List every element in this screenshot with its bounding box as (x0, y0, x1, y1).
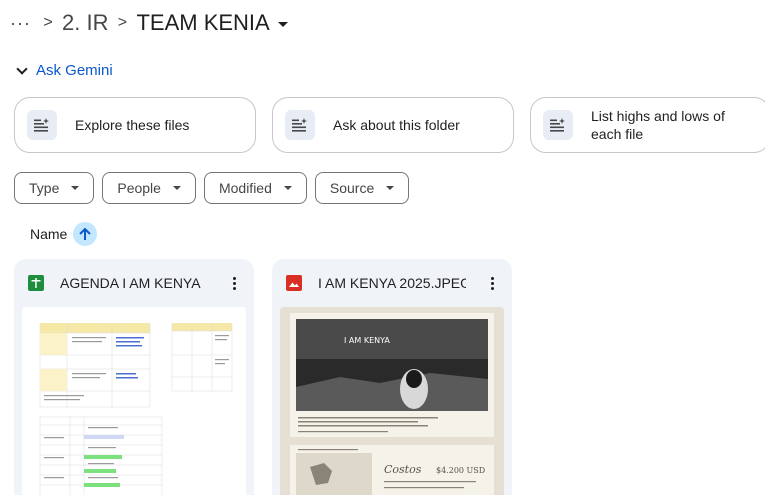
chevron-down-icon (16, 62, 28, 75)
filter-modified-chip[interactable]: Modified (203, 172, 307, 204)
ask-gemini-toggle[interactable]: Ask Gemini (14, 62, 113, 79)
sort-by-name[interactable]: Name (30, 222, 98, 246)
file-card-image[interactable]: I AM KENYA 2025.JPEG I AM KENYA Costos $… (272, 259, 512, 495)
more-options-icon[interactable] (482, 276, 502, 290)
caret-down-icon (71, 186, 80, 190)
breadcrumb-separator: > (117, 14, 128, 31)
breadcrumb: ··· > 2. IR > TEAM KENIA (10, 8, 288, 38)
image-preview: I AM KENYA Costos $4.200 USD (280, 307, 504, 495)
sheets-icon (28, 275, 44, 291)
suggestion-label: List highs and lows of each file (591, 108, 725, 142)
filter-label: Modified (218, 180, 272, 196)
spreadsheet-preview (22, 307, 246, 495)
filter-source-chip[interactable]: Source (314, 172, 410, 204)
breadcrumb-item-parent[interactable]: 2. IR (62, 10, 108, 36)
filter-type-chip[interactable]: Type (14, 172, 95, 204)
caret-down-icon (386, 186, 395, 190)
suggestion-explore-files[interactable]: Explore these files (14, 97, 256, 153)
suggestion-label: Explore these files (75, 117, 190, 133)
file-thumbnail: I AM KENYA Costos $4.200 USD (280, 307, 504, 495)
file-thumbnail (22, 307, 246, 495)
filter-people-chip[interactable]: People (102, 172, 196, 204)
ask-gemini-label: Ask Gemini (36, 62, 113, 79)
sort-direction-button[interactable] (73, 222, 98, 246)
breadcrumb-more-button[interactable]: ··· (10, 13, 34, 34)
caret-down-icon (172, 186, 181, 190)
breadcrumb-current-folder[interactable]: TEAM KENIA (136, 10, 288, 36)
sparkle-list-icon (27, 110, 57, 140)
filter-label: People (117, 180, 161, 196)
filter-label: Type (29, 180, 60, 196)
arrow-up-icon (79, 227, 92, 240)
sparkle-list-icon (285, 110, 315, 140)
image-file-icon (286, 275, 302, 291)
file-name: I AM KENYA 2025.JPEG (318, 275, 466, 291)
thumb-costs-text: Costos (384, 463, 422, 476)
filter-bar: Type People Modified Source (14, 172, 410, 204)
sparkle-list-icon (543, 110, 573, 140)
filter-label: Source (329, 180, 375, 196)
file-card-header: AGENDA I AM KENYA (14, 259, 254, 307)
caret-down-icon (283, 186, 292, 190)
file-card-agenda[interactable]: AGENDA I AM KENYA (14, 259, 254, 495)
gemini-suggestions: Explore these files Ask about this folde… (14, 97, 765, 153)
breadcrumb-separator: > (43, 14, 53, 31)
caret-down-icon (277, 21, 288, 27)
sort-label: Name (30, 226, 68, 242)
thumb-banner-text: I AM KENYA (344, 336, 390, 345)
file-card-header: I AM KENYA 2025.JPEG (272, 259, 512, 307)
thumb-amount-text: $4.200 USD (436, 466, 485, 475)
current-folder-label: TEAM KENIA (136, 10, 270, 35)
suggestion-highs-lows[interactable]: List highs and lows of each file (530, 97, 765, 153)
suggestion-label: Ask about this folder (333, 117, 460, 133)
suggestion-ask-folder[interactable]: Ask about this folder (272, 97, 514, 153)
more-options-icon[interactable] (224, 276, 244, 290)
file-name: AGENDA I AM KENYA (60, 275, 201, 291)
